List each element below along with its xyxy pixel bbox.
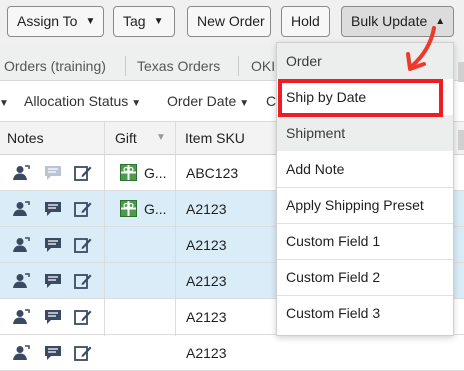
edit-icon[interactable]: [74, 201, 92, 217]
tag-button[interactable]: Tag ▼: [113, 6, 175, 37]
caret-down-icon: ▼: [239, 98, 250, 109]
note-icon[interactable]: [44, 309, 62, 325]
menu-item-add-note[interactable]: Add Note: [277, 151, 453, 187]
menu-item-apply-shipping-preset[interactable]: Apply Shipping Preset: [277, 187, 453, 223]
caret-down-icon: ▼: [85, 16, 96, 27]
filter-label: C: [266, 93, 277, 109]
assign-user-icon[interactable]: [12, 345, 30, 361]
item-sku: A2123: [186, 201, 227, 217]
assign-to-label: Assign To: [17, 13, 78, 29]
gift-text: G...: [144, 201, 167, 217]
assign-user-icon[interactable]: [12, 237, 30, 253]
item-sku: A2123: [186, 345, 227, 361]
menu-item-custom-field-2[interactable]: Custom Field 2: [277, 259, 453, 295]
new-order-label: New Order: [197, 13, 265, 29]
edit-icon[interactable]: [74, 309, 92, 325]
note-icon[interactable]: [44, 165, 62, 181]
menu-section-shipment: Shipment: [277, 115, 453, 151]
gift-icon: [120, 164, 137, 181]
note-icon[interactable]: [44, 237, 62, 253]
assign-to-button[interactable]: Assign To ▼: [7, 6, 104, 37]
item-sku: A2123: [186, 237, 227, 253]
column-divider: [175, 122, 176, 336]
filter-caret-icon[interactable]: ▼: [0, 81, 9, 121]
table-row[interactable]: A2123: [0, 335, 464, 371]
edit-icon[interactable]: [74, 237, 92, 253]
highlight-box: [278, 79, 443, 117]
hold-button[interactable]: Hold: [281, 6, 330, 37]
tag-label: Tag: [123, 13, 146, 29]
column-divider: [104, 122, 105, 336]
note-icon[interactable]: [44, 201, 62, 217]
tab-divider: [238, 56, 239, 76]
toolbar: Assign To ▼ Tag ▼ New Order Hold Bulk Up…: [0, 0, 464, 46]
item-sku: ABC123: [186, 165, 239, 181]
filter-label: Allocation Status: [24, 93, 129, 109]
caret-down-icon: ▼: [153, 16, 164, 27]
sort-icon[interactable]: ▼: [156, 122, 166, 154]
caret-down-icon: ▼: [131, 98, 142, 109]
assign-user-icon[interactable]: [12, 165, 30, 181]
assign-user-icon[interactable]: [12, 309, 30, 325]
tab-divider: [125, 56, 126, 76]
tab-orders-training[interactable]: Orders (training): [4, 46, 106, 80]
scrollbar-thumb[interactable]: [458, 130, 464, 150]
filter-order-date[interactable]: Order Date ▼: [167, 81, 249, 121]
edit-icon[interactable]: [74, 345, 92, 361]
hold-label: Hold: [291, 13, 320, 29]
column-header-notes[interactable]: Notes: [7, 122, 44, 154]
item-sku: A2123: [186, 273, 227, 289]
note-icon[interactable]: [44, 345, 62, 361]
scrollbar-thumb[interactable]: [458, 62, 464, 82]
edit-icon[interactable]: [74, 165, 92, 181]
note-icon[interactable]: [44, 273, 62, 289]
edit-icon[interactable]: [74, 273, 92, 289]
item-sku: A2123: [186, 309, 227, 325]
annotation-arrow-icon: [406, 26, 436, 71]
gift-text: G...: [144, 165, 167, 181]
gift-icon: [120, 200, 137, 217]
filter-allocation-status[interactable]: Allocation Status ▼: [24, 81, 141, 121]
tab-texas-orders[interactable]: Texas Orders: [137, 46, 220, 80]
column-header-gift[interactable]: Gift: [115, 122, 137, 154]
new-order-button[interactable]: New Order: [187, 6, 271, 37]
menu-item-custom-field-1[interactable]: Custom Field 1: [277, 223, 453, 259]
menu-item-custom-field-3[interactable]: Custom Field 3: [277, 295, 453, 331]
tab-oki[interactable]: OKI: [251, 46, 275, 80]
filter-more[interactable]: C: [266, 81, 276, 121]
assign-user-icon[interactable]: [12, 273, 30, 289]
assign-user-icon[interactable]: [12, 201, 30, 217]
filter-label: Order Date: [167, 93, 237, 109]
column-header-item-sku[interactable]: Item SKU: [185, 122, 245, 154]
